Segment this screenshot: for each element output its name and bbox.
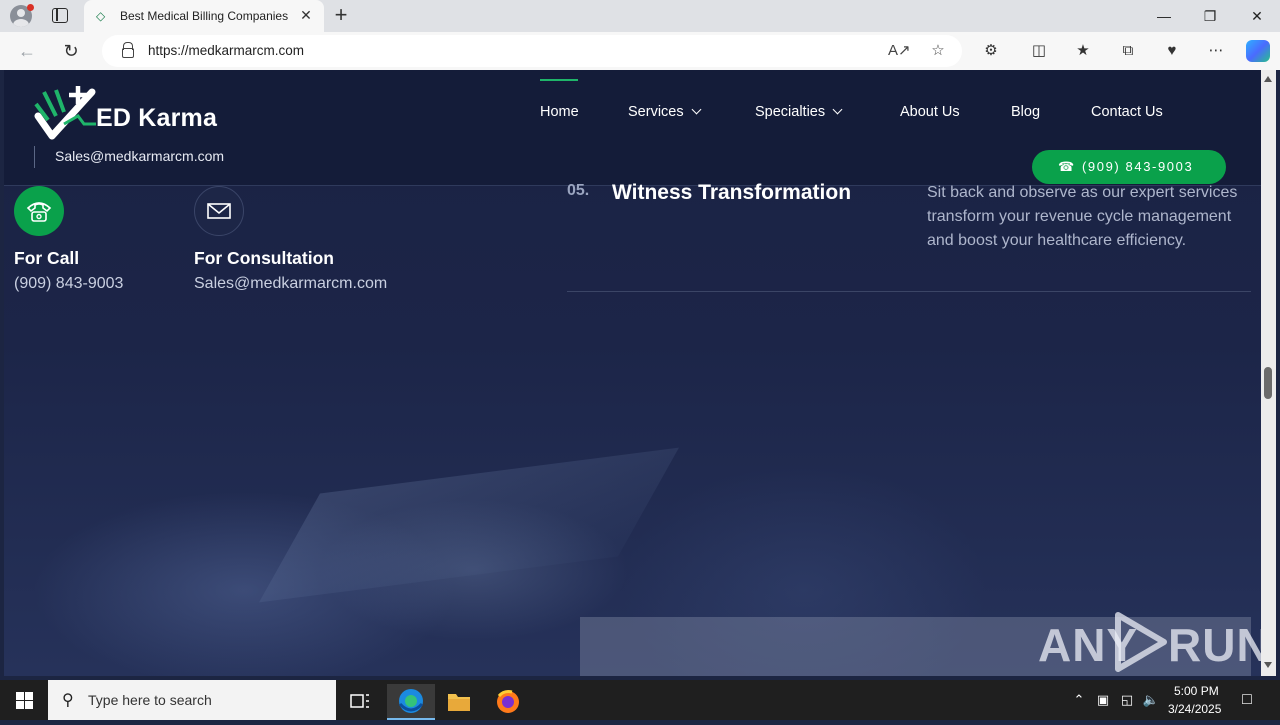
site-favicon-icon: ◇ [96,9,106,23]
window-close-icon[interactable]: ✕ [1239,4,1275,28]
minimize-icon[interactable]: — [1146,4,1182,28]
phone-button[interactable]: ☎ (909) 843-9003 [1032,150,1226,184]
back-icon[interactable]: ← [16,40,38,62]
address-bar[interactable]: https://medkarmarcm.com A↗ ☆ [102,35,962,67]
nav-contact[interactable]: Contact Us [1091,104,1163,124]
favorite-star-icon[interactable]: ☆ [928,41,948,61]
contact-consult-title: For Consultation [194,248,334,268]
windows-start-icon[interactable] [0,680,48,720]
step-divider [567,291,1251,292]
firefox-icon[interactable] [484,684,532,720]
search-icon: ⚲ [62,692,74,709]
nav-services-label: Services [628,104,684,120]
nav-specialties[interactable]: Specialties [755,104,843,124]
play-icon [1115,612,1167,672]
tab-title: Best Medical Billing Companies i [120,9,292,23]
split-screen-icon[interactable]: ◫ [1029,41,1049,61]
tab-actions-icon[interactable] [52,8,68,23]
phone-button-label: (909) 843-9003 [1082,159,1194,174]
favorites-icon[interactable]: ★ [1073,41,1093,61]
more-icon[interactable]: ⋯ [1206,41,1226,61]
read-aloud-icon[interactable]: A↗ [888,41,911,61]
chevron-down-icon [691,104,702,115]
contact-call-title: For Call [14,248,80,268]
contact-consult-value[interactable]: Sales@medkarmarcm.com [194,275,387,293]
step-description: Sit back and observe as our expert servi… [927,184,1238,249]
scroll-down-icon[interactable] [1264,662,1272,668]
site-header: ED Karma Sales@medkarmarcm.com Home Serv… [4,70,1261,186]
nav-about[interactable]: About Us [900,104,960,124]
medkarma-logo-icon[interactable] [34,86,98,142]
browser-toolbar: ← ↻ https://medkarmarcm.com A↗ ☆ ⚙ ◫ ★ ⧉… [0,32,1280,70]
header-email[interactable]: Sales@medkarmarcm.com [55,148,224,164]
tray-overflow-icon[interactable]: ⌃ [1070,690,1088,710]
nav-services[interactable]: Services [628,104,702,124]
step-number: 05. [567,182,590,199]
copilot-icon[interactable] [1246,40,1270,62]
nav-blog[interactable]: Blog [1011,104,1040,124]
edge-browser-icon[interactable] [387,684,435,720]
taskbar-time[interactable]: 5:00 PM [1174,684,1219,698]
scroll-up-icon[interactable] [1264,76,1272,82]
nav-specialties-label: Specialties [755,104,826,120]
header-divider [34,146,35,168]
scrollbar-thumb[interactable] [1264,367,1272,399]
new-tab-icon[interactable]: + [330,4,352,27]
close-icon[interactable]: ✕ [298,7,314,23]
nav-home[interactable]: Home [540,104,579,124]
tray-device-icon[interactable]: ▣ [1094,690,1112,710]
contact-call-value[interactable]: (909) 843-9003 [14,275,123,293]
task-view-icon[interactable] [336,684,384,720]
notifications-icon[interactable]: □ [1238,690,1256,710]
page-scrollbar[interactable] [1261,70,1276,676]
telephone-icon[interactable] [14,186,64,236]
restore-icon[interactable]: ❐ [1192,4,1228,28]
browser-tab[interactable]: ◇ Best Medical Billing Companies i ✕ [84,0,324,32]
browser-tab-bar: ◇ Best Medical Billing Companies i ✕ + —… [0,0,1280,32]
watermark-text-right: RUN [1168,619,1261,671]
anyrun-watermark: ANY RUN [580,612,1261,676]
chevron-down-icon [832,104,843,115]
url-text[interactable]: https://medkarmarcm.com [148,43,304,58]
volume-icon[interactable]: 🔈 [1142,690,1160,710]
phone-icon: ☎ [1058,159,1076,174]
taskbar-date[interactable]: 3/24/2025 [1168,702,1221,716]
logo-text[interactable]: ED Karma [96,104,217,133]
page-viewport: ED Karma Sales@medkarmarcm.com Home Serv… [4,70,1261,676]
taskbar-search[interactable]: ⚲ Type here to search [48,680,336,720]
envelope-icon[interactable] [194,186,244,236]
notification-dot [27,4,34,11]
collections-icon[interactable]: ⧉ [1118,41,1138,61]
file-explorer-icon[interactable] [435,684,483,720]
network-icon[interactable]: ◱ [1118,690,1136,710]
taskbar-search-placeholder: Type here to search [88,692,212,708]
nav-active-indicator [540,79,578,81]
extensions-icon[interactable]: ⚙ [981,41,1001,61]
browser-essentials-icon[interactable]: ♥ [1162,41,1182,61]
lock-icon[interactable] [122,42,134,58]
refresh-icon[interactable]: ↻ [60,40,82,62]
windows-taskbar: ⚲ Type here to search ⌃ ▣ ◱ 🔈 5:00 PM 3/… [0,680,1280,720]
step-title: Witness Transformation [612,181,852,204]
